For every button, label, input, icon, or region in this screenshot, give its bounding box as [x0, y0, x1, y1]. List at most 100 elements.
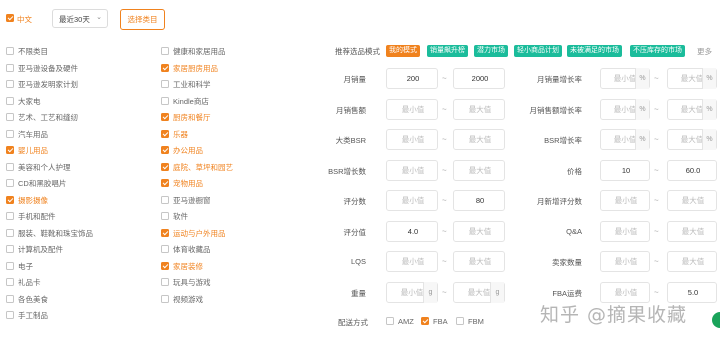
range-separator: ~ [654, 226, 659, 236]
mode-tag[interactable]: 我的模式 [386, 45, 420, 57]
mode-tag[interactable]: 未被满足的市场 [567, 45, 622, 57]
filter-min-input[interactable]: 200 [386, 68, 438, 89]
filter-min-input[interactable]: 最小值 [386, 98, 438, 120]
category-left-checkbox[interactable] [6, 162, 14, 171]
filter-min-input[interactable]: 最小值 [386, 251, 438, 272]
category-left-checkbox[interactable] [6, 212, 14, 220]
filter-min-input[interactable]: 最小值% [600, 98, 650, 120]
category-right-checkbox[interactable] [161, 195, 169, 204]
delivery-checkbox[interactable] [456, 317, 464, 325]
choose-category-button[interactable]: 选择类目 [120, 9, 165, 30]
range-separator: ~ [442, 226, 447, 236]
mode-label: 推荐选品模式 [335, 47, 380, 56]
category-right-checkbox[interactable] [161, 162, 169, 171]
category-right-checkbox[interactable] [161, 113, 169, 121]
delivery-label: 配送方式 [338, 318, 368, 327]
category-right-checkbox[interactable] [161, 179, 169, 187]
filter-min-input[interactable]: 最小值 [600, 220, 650, 242]
category-left-label: 艺术、工艺和缝纫 [18, 113, 78, 122]
mode-tag[interactable]: 不压库存的市场 [630, 45, 685, 57]
category-left-checkbox[interactable] [6, 311, 14, 319]
filter-max-input[interactable]: 80 [453, 190, 505, 211]
filter-max-input[interactable]: 最大值 [453, 251, 505, 272]
mode-tag[interactable]: 销量飙升榜 [427, 45, 468, 57]
filter-max-input[interactable]: 最大值 [453, 129, 505, 150]
category-right-checkbox[interactable] [161, 129, 169, 138]
category-left-checkbox[interactable] [6, 261, 14, 270]
category-left-checkbox[interactable] [6, 80, 14, 88]
mode-tag[interactable]: 轻小商品计划 [514, 45, 562, 57]
range-separator: ~ [442, 165, 447, 175]
filter-max-input[interactable]: 最大值 [453, 98, 505, 120]
filter-min-input[interactable]: 最小值 [600, 190, 650, 211]
filter-label: 月销量增长率 [537, 75, 582, 84]
category-left-label: 计算机及配件 [18, 245, 63, 254]
category-left-checkbox[interactable] [6, 96, 14, 105]
category-left-checkbox[interactable] [6, 113, 14, 121]
category-right-checkbox[interactable] [161, 261, 169, 270]
filter-min-value: 最小值 [614, 257, 638, 266]
filter-max-input[interactable]: 最大值 [667, 251, 717, 272]
mode-tag[interactable]: 潜力市场 [474, 45, 508, 57]
filter-max-input[interactable]: 最大值 [453, 159, 505, 181]
filter-min-value: 最小值 [401, 165, 425, 175]
category-left-label: 电子 [18, 261, 33, 271]
category-right-label: 办公用品 [173, 146, 203, 155]
more-link[interactable]: 更多 [697, 46, 712, 57]
category-left-checkbox[interactable] [6, 294, 14, 303]
filter-label: BSR增长率 [544, 136, 582, 145]
filter-max-value: 最大值 [468, 135, 492, 144]
category-right-checkbox[interactable] [161, 47, 169, 55]
range-separator: ~ [442, 104, 447, 114]
filter-min-input[interactable]: 最小值 [386, 159, 438, 181]
filter-min-input[interactable]: 最小值 [600, 251, 650, 272]
category-right-checkbox[interactable] [161, 278, 169, 286]
filter-max-input[interactable]: 最大值 [667, 220, 717, 242]
category-left-checkbox[interactable] [6, 179, 14, 187]
category-left-checkbox[interactable] [6, 129, 14, 138]
category-right-checkbox[interactable] [161, 228, 169, 237]
category-left-checkbox[interactable] [6, 278, 14, 286]
date-range-select[interactable]: 最近30天 ⌄ [52, 9, 108, 28]
filter-label: 大类BSR [335, 136, 366, 145]
category-right-label: 宠物用品 [173, 179, 203, 188]
category-left-checkbox[interactable] [6, 146, 14, 154]
category-left-checkbox[interactable] [6, 228, 14, 237]
filter-max-input[interactable]: 60.0 [667, 159, 717, 181]
range-separator: ~ [442, 74, 447, 83]
category-right-checkbox[interactable] [161, 212, 169, 220]
category-right-checkbox[interactable] [161, 63, 169, 72]
filter-label: 卖家数量 [552, 258, 582, 267]
category-right-checkbox[interactable] [161, 80, 169, 88]
watermark-text: 知乎 @摘果收藏 [540, 304, 688, 326]
category-left-checkbox[interactable] [6, 245, 14, 253]
filter-max-input[interactable]: 最大值 [453, 220, 505, 242]
filter-max-input[interactable]: 最大值% [667, 68, 717, 89]
region-checkbox[interactable] [6, 14, 14, 22]
filter-max-input[interactable]: 最大值% [667, 129, 717, 150]
filter-max-input[interactable]: 最大值 [667, 190, 717, 211]
filter-label: 评分数 [343, 197, 367, 206]
filter-min-input[interactable]: 最小值% [600, 68, 650, 89]
category-left-checkbox[interactable] [6, 63, 14, 72]
filter-min-input[interactable]: 最小值 [386, 129, 438, 150]
category-right-checkbox[interactable] [161, 294, 169, 303]
category-left-checkbox[interactable] [6, 195, 14, 204]
filter-min-input[interactable]: 最小值% [600, 129, 650, 150]
delivery-checkbox[interactable] [386, 317, 394, 325]
filter-max-input[interactable]: 最大值 g [453, 281, 505, 303]
filter-max-input[interactable]: 最大值% [667, 98, 717, 120]
category-right-checkbox[interactable] [161, 96, 169, 105]
category-right-checkbox[interactable] [161, 146, 169, 154]
category-left-label: 汽车用品 [18, 129, 48, 139]
delivery-checkbox[interactable] [421, 317, 429, 325]
filter-max-value: 最大值 [468, 104, 492, 114]
filter-min-input[interactable]: 10 [600, 159, 650, 181]
category-left-checkbox[interactable] [6, 47, 14, 55]
filter-min-input[interactable]: 最小值 [386, 190, 438, 211]
filter-min-input[interactable]: 最小值 g [386, 281, 438, 303]
category-right-checkbox[interactable] [161, 245, 169, 253]
filter-max-input[interactable]: 2000 [453, 68, 505, 89]
filter-min-input[interactable]: 4.0 [386, 220, 438, 242]
delivery-option-label: AMZ [398, 317, 414, 326]
